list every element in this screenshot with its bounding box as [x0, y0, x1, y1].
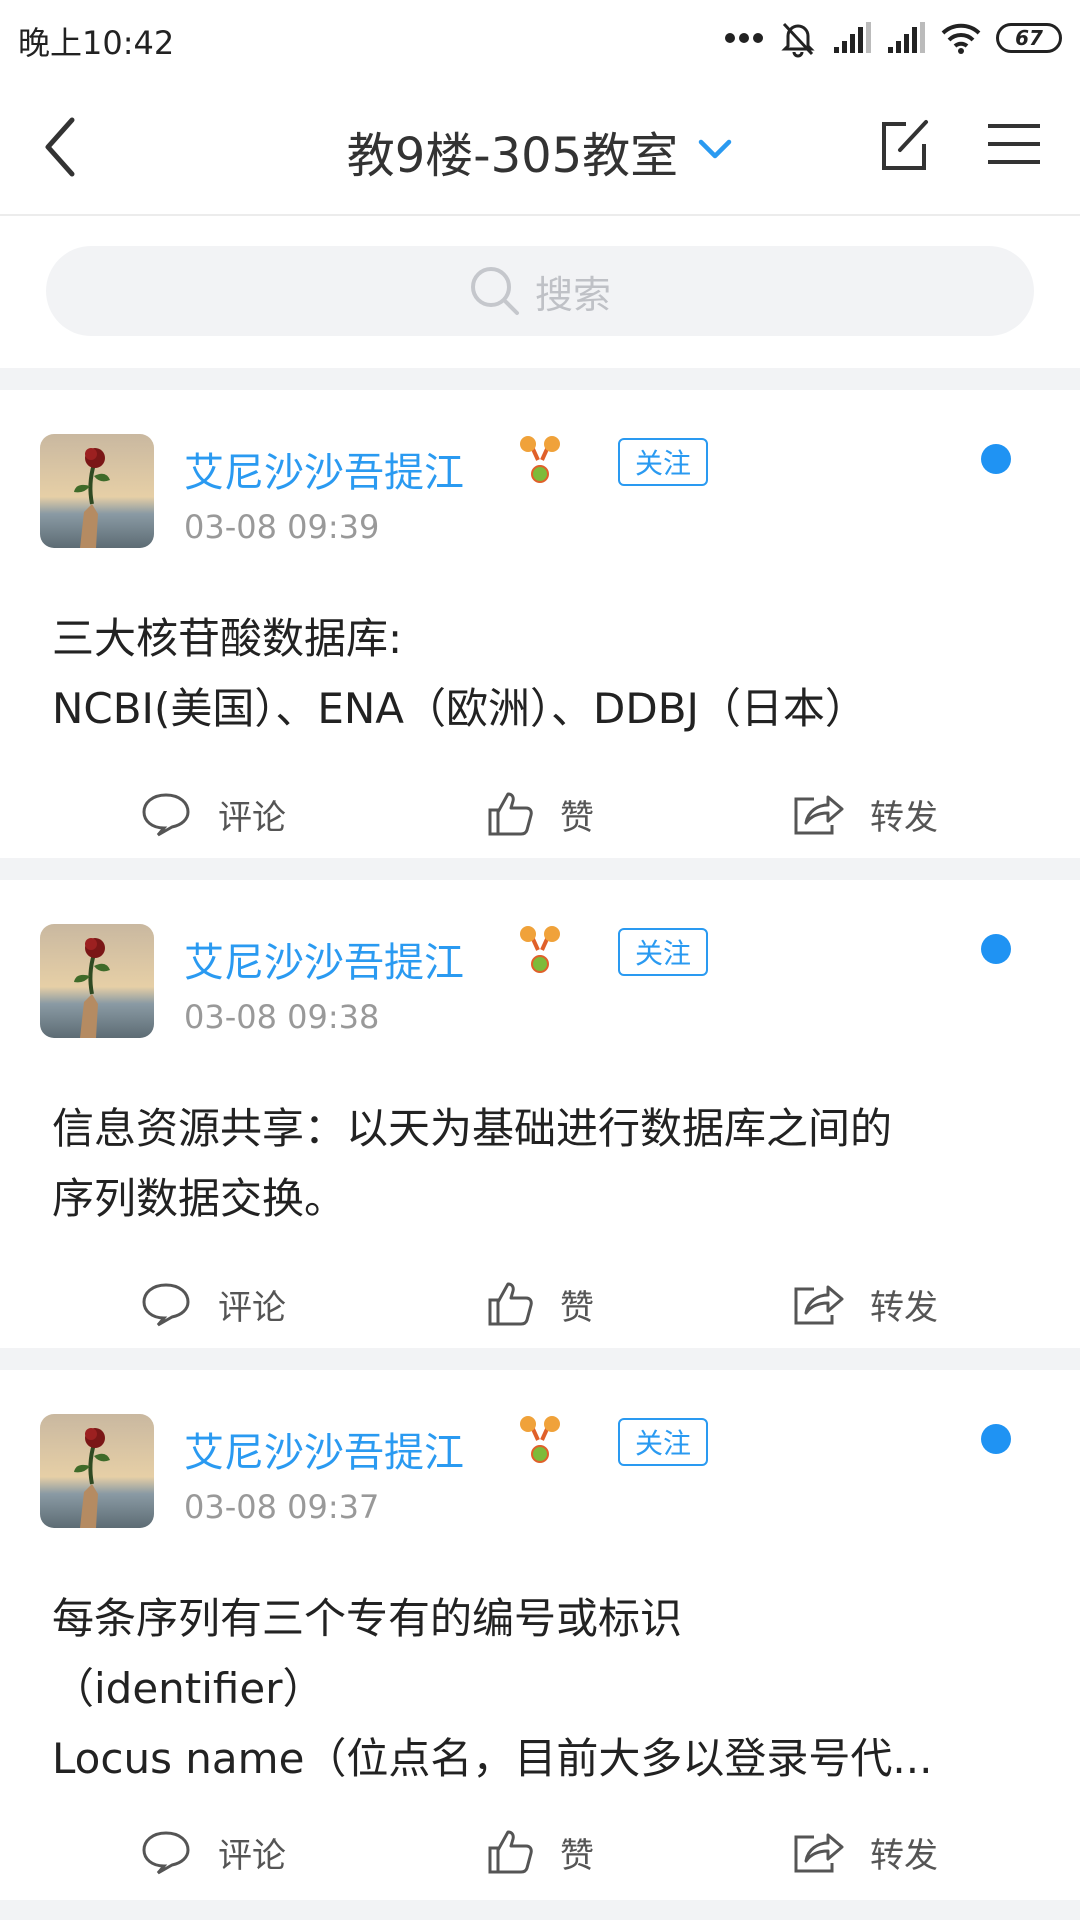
author-name[interactable]: 艾尼沙沙吾提江 — [184, 1420, 464, 1478]
share-button[interactable]: 转发 — [792, 774, 938, 854]
share-icon — [794, 795, 844, 835]
avatar[interactable] — [40, 434, 154, 548]
signal-icon — [888, 22, 925, 53]
like-button[interactable]: 赞 — [486, 1264, 594, 1344]
medal-icon — [520, 926, 560, 973]
post-time: 03-08 09:38 — [184, 998, 380, 1036]
search-icon — [470, 267, 519, 315]
post-feed: 艾尼沙沙吾提江 关注 03-08 09:39 三大核苷酸数据库: NCBI(美国… — [0, 368, 1080, 1920]
comment-icon — [142, 1283, 190, 1327]
comment-label: 评论 — [218, 1287, 286, 1328]
wifi-icon — [941, 23, 981, 54]
divider — [0, 1348, 1080, 1370]
post-actions: 评论 赞 转发 — [0, 1264, 1080, 1344]
post-content[interactable]: 信息资源共享：以天为基础进行数据库之间的 序列数据交换。 — [52, 1094, 1012, 1234]
unread-dot — [981, 934, 1011, 964]
share-label: 转发 — [870, 1835, 938, 1876]
medal-icon — [520, 436, 560, 483]
alarm-off-icon — [781, 22, 815, 58]
post-card[interactable]: 艾尼沙沙吾提江 关注 03-08 09:38 信息资源共享：以天为基础进行数据库… — [0, 880, 1080, 1348]
comment-icon — [142, 1831, 190, 1875]
unread-dot — [981, 444, 1011, 474]
search-zone: 搜索 — [0, 218, 1080, 368]
follow-button[interactable]: 关注 — [618, 1418, 708, 1466]
divider — [0, 858, 1080, 880]
thumbs-up-icon — [488, 792, 533, 836]
share-label: 转发 — [870, 797, 938, 838]
post-actions: 评论 赞 转发 — [0, 1812, 1080, 1892]
chevron-down-icon — [697, 137, 733, 165]
edit-icon — [882, 120, 928, 170]
divider — [0, 368, 1080, 390]
like-button[interactable]: 赞 — [486, 774, 594, 854]
share-button[interactable]: 转发 — [792, 1812, 938, 1892]
share-icon — [794, 1833, 844, 1873]
search-placeholder: 搜索 — [534, 272, 611, 317]
battery-icon: 67 — [996, 23, 1062, 53]
share-label: 转发 — [870, 1287, 938, 1328]
share-icon — [794, 1285, 844, 1325]
avatar[interactable] — [40, 924, 154, 1038]
menu-button[interactable] — [986, 122, 1042, 166]
thumbs-up-icon — [488, 1282, 533, 1326]
divider — [0, 1900, 1080, 1920]
status-bar: 晚上10:42 67 — [0, 0, 1080, 76]
more-dots-icon — [725, 33, 763, 43]
comment-button[interactable]: 评论 — [140, 1812, 286, 1892]
post-content[interactable]: 三大核苷酸数据库: NCBI(美国）、ENA（欧洲）、DDBJ（日本） — [52, 604, 1012, 744]
like-label: 赞 — [560, 1835, 594, 1876]
post-card[interactable]: 艾尼沙沙吾提江 关注 03-08 09:39 三大核苷酸数据库: NCBI(美国… — [0, 390, 1080, 858]
nav-bar: 教9楼-305教室 — [0, 76, 1080, 216]
like-button[interactable]: 赞 — [486, 1812, 594, 1892]
page-title: 教9楼-305教室 — [346, 128, 679, 184]
post-content[interactable]: 每条序列有三个专有的编号或标识 （identifier） Locus name（… — [52, 1584, 1012, 1794]
menu-icon — [988, 124, 1040, 164]
medal-icon — [520, 1416, 560, 1463]
like-label: 赞 — [560, 1287, 594, 1328]
follow-button[interactable]: 关注 — [618, 928, 708, 976]
comment-icon — [142, 793, 190, 837]
like-label: 赞 — [560, 797, 594, 838]
author-name[interactable]: 艾尼沙沙吾提江 — [184, 440, 464, 498]
signal-icon — [834, 22, 871, 53]
battery-level: 67 — [1015, 26, 1043, 50]
post-time: 03-08 09:39 — [184, 508, 380, 546]
thumbs-up-icon — [488, 1830, 533, 1874]
search-input[interactable]: 搜索 — [46, 246, 1034, 336]
status-icons: 67 — [724, 16, 1062, 60]
status-time: 晚上10:42 — [18, 24, 175, 62]
edit-button[interactable] — [880, 116, 930, 172]
comment-button[interactable]: 评论 — [140, 774, 286, 854]
comment-label: 评论 — [218, 1835, 286, 1876]
post-time: 03-08 09:37 — [184, 1488, 380, 1526]
post-card[interactable]: 艾尼沙沙吾提江 关注 03-08 09:37 每条序列有三个专有的编号或标识 （… — [0, 1370, 1080, 1900]
share-button[interactable]: 转发 — [792, 1264, 938, 1344]
comment-label: 评论 — [218, 797, 286, 838]
post-actions: 评论 赞 转发 — [0, 774, 1080, 854]
unread-dot — [981, 1424, 1011, 1454]
avatar[interactable] — [40, 1414, 154, 1528]
follow-button[interactable]: 关注 — [618, 438, 708, 486]
author-name[interactable]: 艾尼沙沙吾提江 — [184, 930, 464, 988]
comment-button[interactable]: 评论 — [140, 1264, 286, 1344]
